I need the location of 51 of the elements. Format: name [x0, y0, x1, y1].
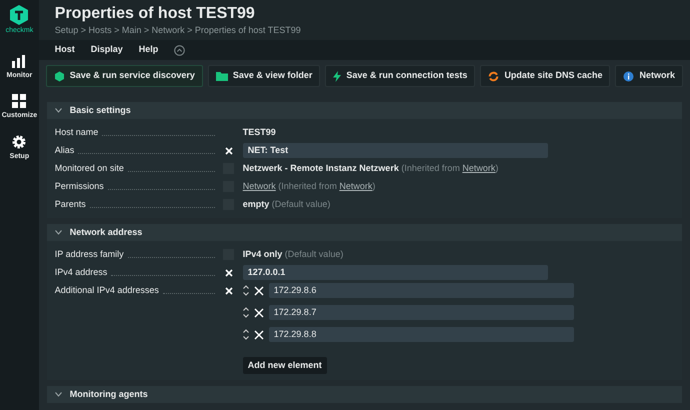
section-header[interactable]: Basic settings	[46, 102, 682, 119]
gear-icon	[11, 134, 28, 150]
toolbar-button[interactable]: Save & view folder	[208, 65, 320, 87]
toolbar-button[interactable]: Update site DNS cache	[480, 65, 610, 87]
menu-item[interactable]: Help	[138, 43, 158, 57]
section-header[interactable]: Monitoring agents	[46, 386, 682, 403]
section-header[interactable]: Network address	[46, 224, 682, 241]
menu-item[interactable]: Host	[54, 43, 75, 57]
field-label: Monitored on site	[54, 162, 124, 175]
folder-icon	[216, 71, 228, 81]
field-label: Additional IPv4 addresses	[54, 284, 159, 297]
info-icon	[623, 70, 634, 82]
close-icon[interactable]	[254, 308, 264, 318]
page-title: Properties of host TEST99	[54, 4, 256, 24]
field-label: Host name	[54, 126, 98, 139]
field-label: IPv4 address	[54, 266, 108, 279]
bar-chart-icon	[11, 52, 28, 68]
sort-icon[interactable]	[242, 329, 249, 340]
toolbar-button[interactable]: Network	[615, 65, 683, 87]
grid-icon	[11, 93, 28, 109]
menu-item[interactable]: Display	[90, 43, 123, 57]
field-value: IPv4 only (Default value)	[242, 248, 344, 261]
breadcrumb: Setup > Hosts > Main > Network > Properties of host TEST99	[54, 24, 302, 36]
checkbox-checked[interactable]	[224, 286, 233, 294]
toolbar-button[interactable]: Save & run connection tests	[325, 65, 476, 87]
collapse-icon[interactable]	[174, 44, 186, 56]
sort-icon[interactable]	[242, 307, 249, 318]
text-field[interactable]: NET: Test	[242, 143, 548, 158]
add-element-button[interactable]: Add new element	[242, 357, 327, 374]
field-label: IP address family	[54, 248, 124, 261]
field-label: Parents	[54, 198, 86, 211]
logo-icon	[8, 4, 30, 26]
close-icon[interactable]	[254, 286, 264, 296]
refresh-icon	[488, 70, 500, 82]
cube-icon	[54, 70, 65, 82]
sort-icon[interactable]	[242, 285, 249, 296]
field-label: Alias	[54, 144, 74, 157]
text-field[interactable]: 172.29.8.6	[268, 283, 574, 298]
lightning-icon	[333, 70, 342, 82]
field-label: Permissions	[54, 180, 104, 193]
field-value: empty (Default value)	[242, 198, 332, 211]
checkbox-checked[interactable]	[224, 268, 233, 276]
field-value: Network (Inherited from Network)	[242, 180, 376, 193]
text-field[interactable]: 172.29.8.7	[268, 305, 574, 320]
field-value: Netzwerk - Remote Instanz Netzwerk (Inherited from Network)	[242, 162, 500, 175]
toolbar-button[interactable]: Save & run service discovery	[46, 65, 203, 87]
text-field[interactable]: 127.0.0.1	[242, 265, 548, 280]
close-icon[interactable]	[254, 330, 264, 340]
field-value: TEST99	[242, 126, 277, 139]
checkbox-checked[interactable]	[224, 146, 233, 154]
text-field[interactable]: 172.29.8.8	[268, 327, 574, 342]
